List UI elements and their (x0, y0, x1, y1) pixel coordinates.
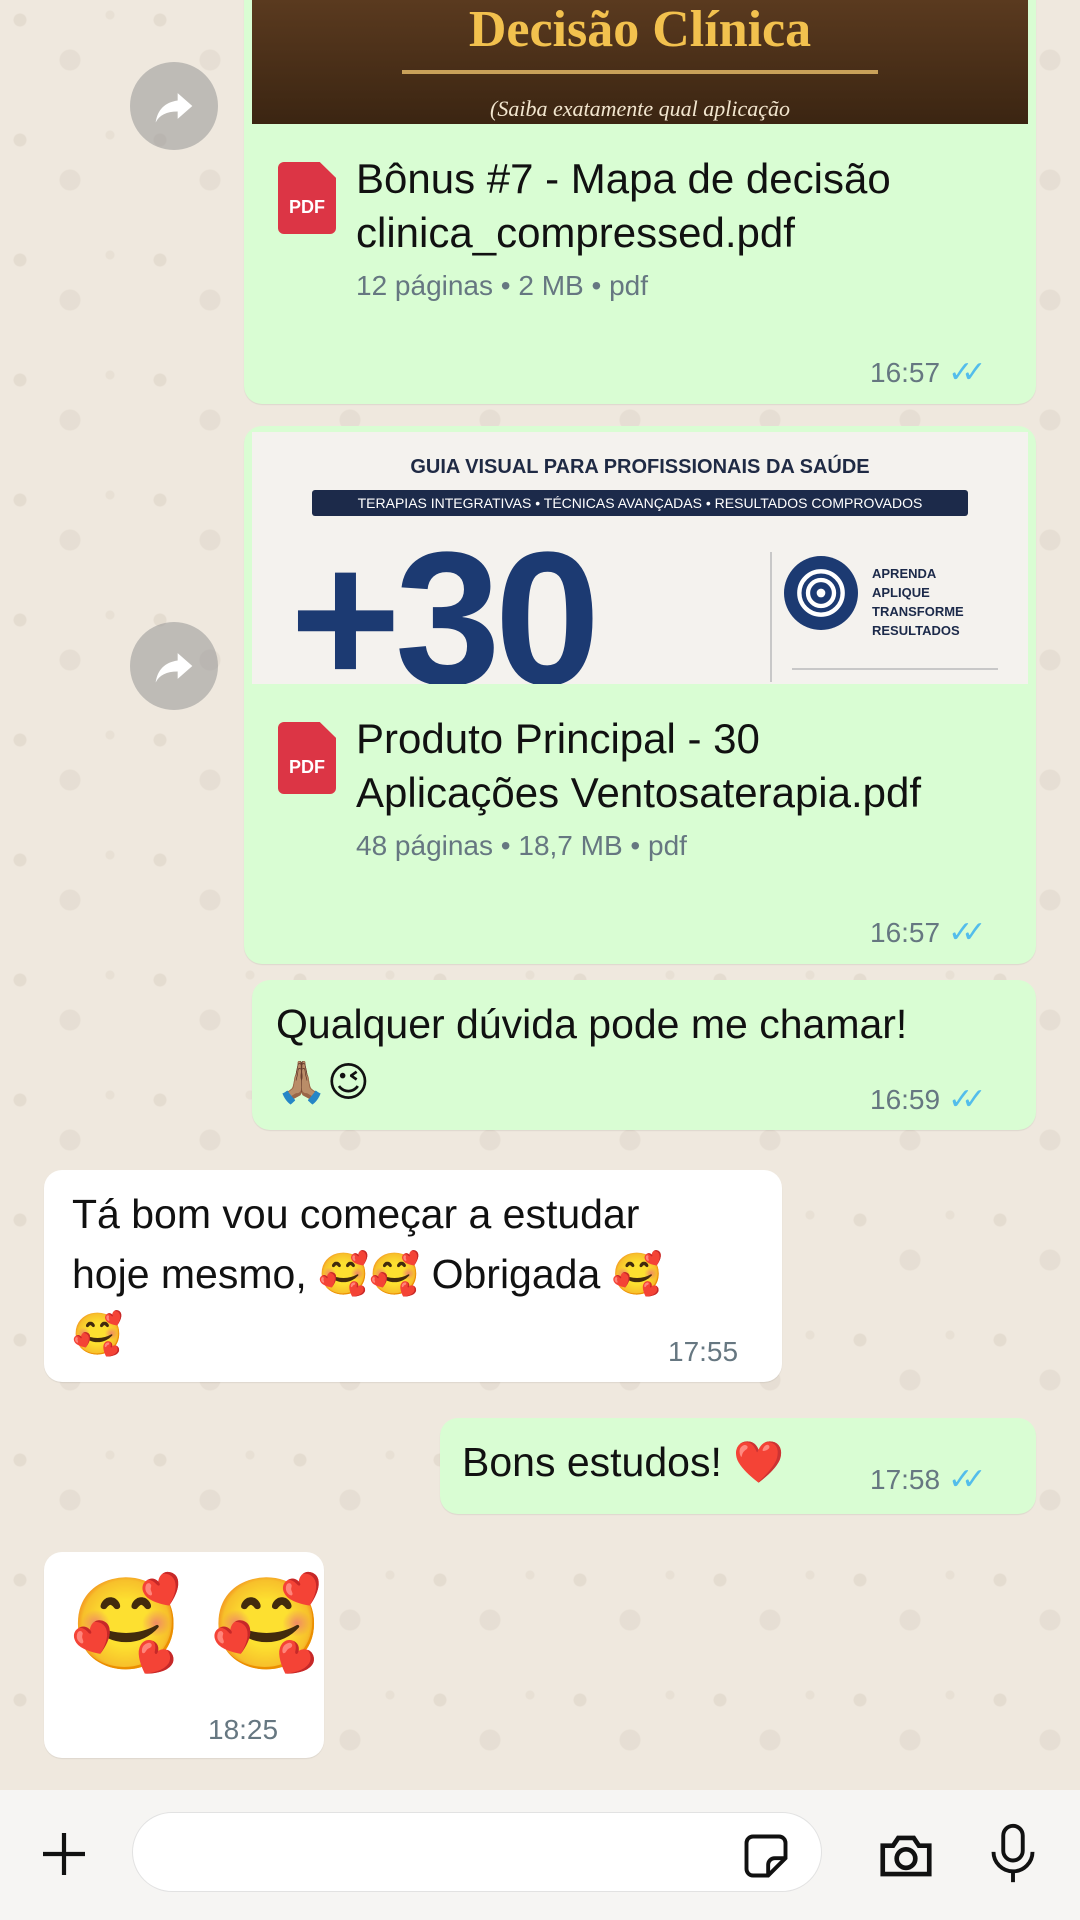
document-thumbnail[interactable]: GUIA VISUAL PARA PROFISSIONAIS DA SAÚDE … (252, 432, 1028, 684)
attach-button[interactable] (28, 1818, 100, 1890)
message-text-line3: 🥰 (72, 1310, 124, 1358)
double-check-icon: ✓✓ (948, 356, 986, 389)
thumbnail-divider (770, 552, 772, 682)
microphone-button[interactable] (978, 1814, 1048, 1894)
thumbnail-divider (402, 70, 878, 74)
double-check-icon: ✓✓ (948, 1463, 986, 1496)
message-text-line2: hoje mesmo, 🥰🥰 Obrigada 🥰 (72, 1251, 663, 1297)
double-check-icon: ✓✓ (948, 916, 986, 949)
document-info-row[interactable]: PDF Produto Principal - 30 Aplicações Ve… (278, 712, 1018, 862)
message-time: 18:25 (208, 1714, 279, 1745)
thumbnail-subtitle: (Saiba exatamente qual aplicação (490, 96, 790, 121)
document-name-line2: Aplicações Ventosaterapia.pdf (356, 769, 922, 816)
document-thumbnail[interactable]: Decisão Clínica (Saiba exatamente qual a… (252, 0, 1028, 124)
camera-icon (880, 1835, 932, 1877)
message-time: 16:59 ✓✓ (870, 1083, 986, 1116)
pdf-file-icon: PDF (278, 162, 336, 234)
forward-icon (155, 653, 193, 683)
target-icon (784, 556, 858, 630)
plus-icon (43, 1833, 85, 1875)
camera-button[interactable] (868, 1818, 944, 1894)
pdf-file-icon: PDF (278, 722, 336, 794)
document-name-line2: clinica_compressed.pdf (356, 209, 795, 256)
message-text-line1: Tá bom vou começar a estudar (72, 1191, 640, 1237)
forward-icon (155, 93, 193, 123)
sticker-icon (744, 1834, 788, 1878)
thumbnail-title: Decisão Clínica (468, 1, 812, 58)
document-meta: 12 páginas • 2 MB • pdf (356, 270, 649, 301)
message-time: 16:57 ✓✓ (870, 916, 986, 949)
sticker-button[interactable] (734, 1824, 798, 1888)
message-input[interactable] (132, 1812, 822, 1892)
document-info-row[interactable]: PDF Bônus #7 - Mapa de decisão clinica_c… (278, 152, 1018, 302)
thumbnail-big-number: +30 (290, 513, 600, 684)
microphone-icon (991, 1823, 1035, 1883)
forward-button[interactable] (130, 62, 218, 150)
thumbnail-side-text: APRENDA APLIQUE TRANSFORME RESULTADOS (872, 566, 964, 638)
thumbnail-rule (792, 668, 998, 670)
message-emoji: 🙏🏽😉 (276, 1058, 370, 1106)
document-name-line1: Bônus #7 - Mapa de decisão (356, 155, 891, 202)
message-emoji: 🥰 🥰 (70, 1572, 323, 1677)
document-meta: 48 páginas • 18,7 MB • pdf (356, 830, 687, 861)
message-time: 17:55 (668, 1336, 739, 1367)
document-name-line1: Produto Principal - 30 (356, 715, 760, 762)
double-check-icon: ✓✓ (948, 1083, 986, 1116)
message-text: Bons estudos! ❤️ (462, 1439, 785, 1485)
forward-button[interactable] (130, 622, 218, 710)
thumbnail-header: GUIA VISUAL PARA PROFISSIONAIS DA SAÚDE (410, 456, 870, 478)
message-time: 17:58 ✓✓ (870, 1463, 986, 1496)
message-time: 16:57 ✓✓ (870, 356, 986, 389)
message-text-line1: Qualquer dúvida pode me chamar! (276, 1001, 908, 1047)
